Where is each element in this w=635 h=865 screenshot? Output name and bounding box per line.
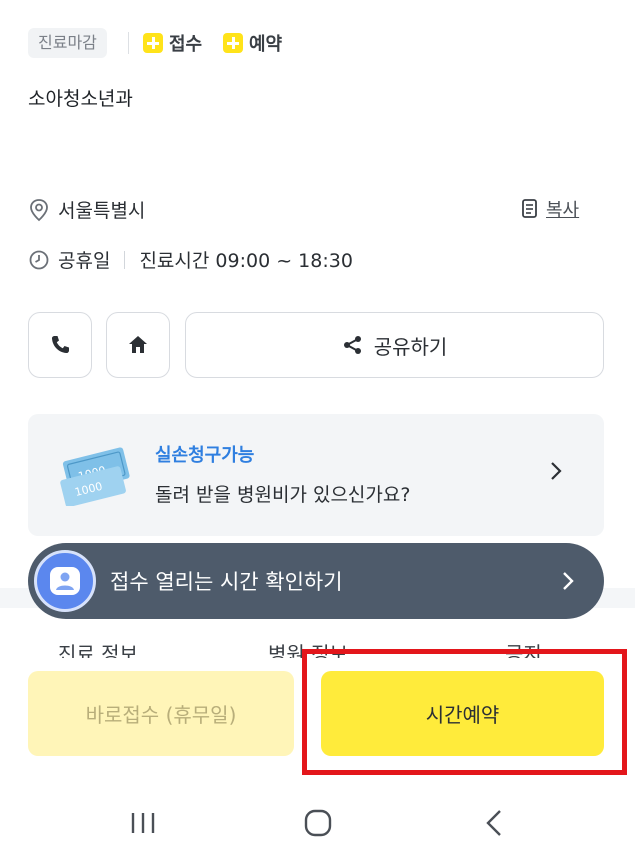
divider bbox=[128, 32, 129, 54]
address-text: 서울특별시 bbox=[58, 200, 146, 222]
money-bills-icon: 1000 1000 bbox=[60, 447, 130, 506]
share-label: 공유하기 bbox=[373, 334, 448, 359]
phone-icon bbox=[51, 336, 69, 354]
tag-reservation-label: 예약 bbox=[249, 34, 283, 55]
homepage-button[interactable] bbox=[106, 312, 170, 378]
location-pin-icon bbox=[30, 198, 48, 221]
banner-text: 접수 열리는 시간 확인하기 bbox=[110, 570, 343, 594]
tag-reservation: 예약 bbox=[223, 30, 282, 56]
claim-title: 실손청구가능 bbox=[155, 445, 255, 466]
share-icon bbox=[343, 336, 361, 354]
plus-icon bbox=[223, 33, 243, 53]
recent-apps-icon[interactable] bbox=[128, 810, 158, 836]
walkin-reception-button[interactable]: 바로접수 (휴무일) bbox=[28, 671, 294, 756]
avatar bbox=[34, 550, 96, 612]
tag-reception: 접수 bbox=[143, 30, 202, 56]
home-icon bbox=[129, 336, 147, 353]
department-name: 소아청소년과 bbox=[28, 88, 133, 110]
chevron-right-icon bbox=[551, 462, 562, 480]
separator bbox=[124, 250, 126, 269]
share-button[interactable]: 공유하기 bbox=[185, 312, 604, 378]
copy-label: 복사 bbox=[546, 200, 580, 221]
address-row: 서울특별시 bbox=[28, 196, 145, 223]
copy-address-button[interactable]: 복사 bbox=[520, 196, 579, 222]
closed-day-text: 공휴일 bbox=[58, 250, 111, 272]
hours-row: 공휴일 진료시간 09:00 ~ 18:30 bbox=[28, 246, 353, 273]
highlight-box bbox=[302, 649, 627, 775]
back-icon[interactable] bbox=[482, 808, 506, 838]
claim-subtitle: 돌려 받을 병원비가 있으신가요? bbox=[155, 484, 411, 506]
status-badge-closed: 진료마감 bbox=[28, 28, 107, 58]
clock-icon bbox=[29, 250, 49, 269]
copy-icon bbox=[522, 199, 537, 218]
chevron-right-icon bbox=[563, 572, 574, 590]
plus-icon bbox=[143, 33, 163, 53]
hours-text: 진료시간 09:00 ~ 18:30 bbox=[139, 250, 353, 272]
walkin-label: 바로접수 (휴무일) bbox=[85, 703, 237, 727]
tag-reception-label: 접수 bbox=[169, 34, 203, 55]
home-nav-icon[interactable] bbox=[303, 808, 333, 838]
person-icon bbox=[50, 567, 80, 595]
call-button[interactable] bbox=[28, 312, 92, 378]
